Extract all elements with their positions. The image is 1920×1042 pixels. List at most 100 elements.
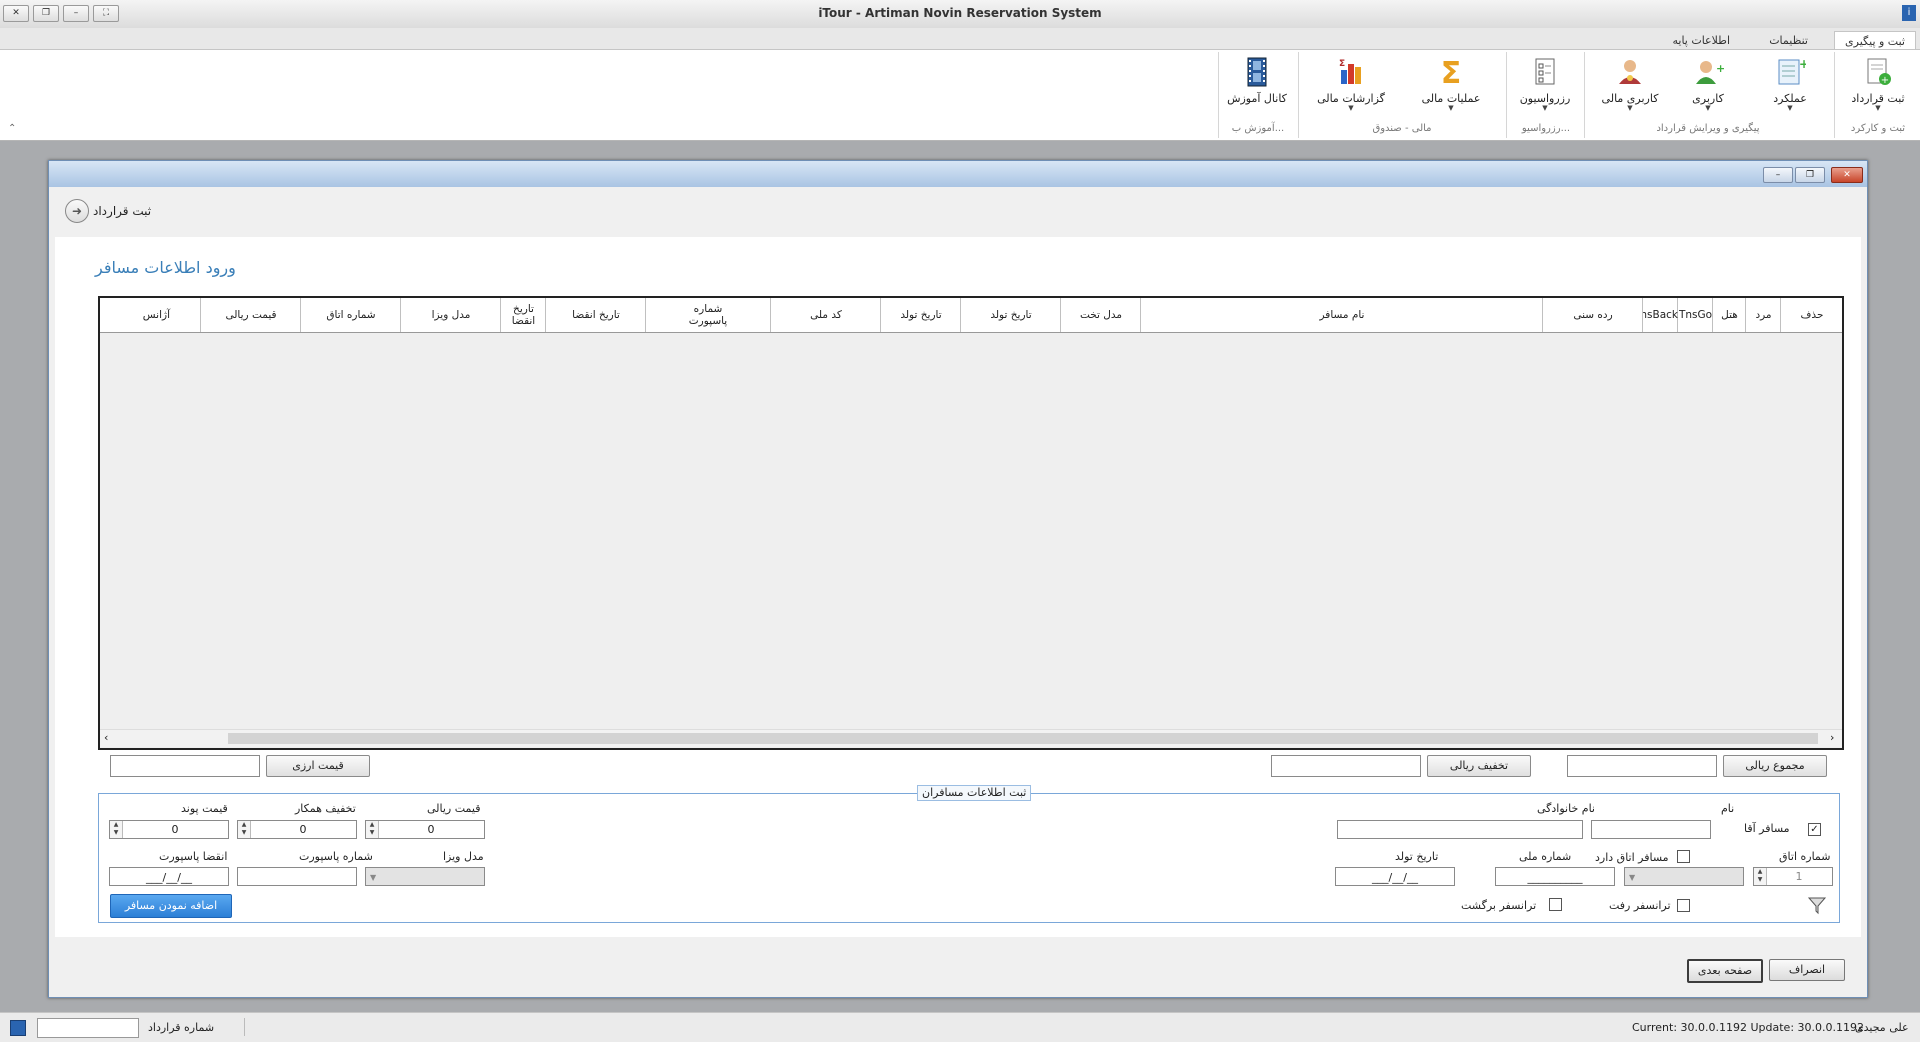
tab-register-followup[interactable]: ثبت و پیگیری bbox=[1834, 31, 1916, 51]
column-header-passenger-name[interactable]: نام مسافر bbox=[1140, 298, 1543, 332]
stepper-arrows-icon[interactable]: ▲ ▼ bbox=[366, 821, 379, 838]
column-header-tnsgo[interactable]: TnsGo bbox=[1677, 298, 1713, 332]
rial-discount-button[interactable]: تخفیف ریالی bbox=[1427, 755, 1531, 777]
svg-text:+: + bbox=[1716, 62, 1724, 75]
performance-button[interactable]: + عملکرد ▼ bbox=[1755, 54, 1825, 120]
partner-discount-stepper[interactable]: ▲ ▼ 0 bbox=[237, 820, 357, 839]
column-header-tnsback[interactable]: TnsBack bbox=[1642, 298, 1678, 332]
column-header-expiry-2[interactable]: تاریخ انقضا bbox=[500, 298, 546, 332]
column-header-hotel[interactable]: هتل bbox=[1712, 298, 1746, 332]
column-header-agency[interactable]: آژانس bbox=[100, 298, 200, 332]
svg-text:Σ: Σ bbox=[1339, 59, 1345, 69]
page-title: ورود اطلاعات مسافر bbox=[95, 258, 236, 277]
collapse-ribbon-icon[interactable]: ⌃ bbox=[8, 123, 16, 134]
next-page-button[interactable]: صفحه بعدی bbox=[1687, 959, 1763, 983]
rial-price-stepper[interactable]: ▲ ▼ 0 bbox=[365, 820, 485, 839]
birth-date-label: تاریخ تولد bbox=[1395, 850, 1439, 863]
financial-operations-button[interactable]: Σ عملیات مالی ▼ bbox=[1416, 54, 1486, 120]
rial-total-button[interactable]: مجموع ریالی bbox=[1723, 755, 1827, 777]
room-number-stepper[interactable]: ▲ ▼ 1 bbox=[1753, 867, 1833, 886]
room-number-value: 1 bbox=[1795, 870, 1803, 883]
column-header-delete[interactable]: حذف bbox=[1780, 298, 1843, 332]
column-header-male[interactable]: مرد bbox=[1745, 298, 1781, 332]
pound-price-value: 0 bbox=[171, 823, 179, 836]
column-header-birth-date-2[interactable]: تاریخ تولد bbox=[880, 298, 961, 332]
column-header-national-code[interactable]: کد ملی bbox=[770, 298, 881, 332]
reservation-icon bbox=[1535, 58, 1555, 85]
scroll-right-icon[interactable]: › bbox=[1830, 731, 1834, 744]
ribbon-group-label: ثبت و کارکرد bbox=[1850, 123, 1906, 134]
svg-text:Σ: Σ bbox=[1441, 56, 1462, 88]
ribbon-separator bbox=[1506, 52, 1507, 138]
financial-user-icon bbox=[1619, 60, 1641, 84]
back-arrow-icon[interactable]: ➜ bbox=[65, 199, 89, 223]
new-contract-button[interactable]: + ثبت قرارداد ▼ bbox=[1843, 54, 1913, 120]
passport-expiry-input[interactable]: ___/__/__ bbox=[109, 867, 229, 886]
window-title: iTour - Artiman Novin Reservation System bbox=[818, 6, 1102, 20]
child-restore-button[interactable]: ❐ bbox=[1795, 167, 1825, 183]
column-header-passport-number[interactable]: شماره پاسپورت bbox=[645, 298, 770, 332]
rial-price-value: 0 bbox=[427, 823, 435, 836]
tab-settings[interactable]: تنظیمات bbox=[1759, 31, 1818, 50]
child-title-bar: – ❐ ✕ bbox=[49, 161, 1867, 187]
training-channel-button[interactable]: کانال آموزش bbox=[1222, 54, 1292, 120]
column-header-room-number[interactable]: شماره اتاق bbox=[300, 298, 401, 332]
chevron-down-icon: ▼ bbox=[1627, 104, 1633, 112]
pound-price-label: قیمت پوند bbox=[181, 802, 228, 815]
cancel-button[interactable]: انصراف bbox=[1769, 959, 1845, 981]
contract-number-field[interactable] bbox=[37, 1018, 139, 1038]
column-header-bed-model[interactable]: مدل تخت bbox=[1060, 298, 1141, 332]
birth-date-input[interactable]: ___/__/__ bbox=[1335, 867, 1455, 886]
ribbon-tab-bar: ثبت و پیگیری تنظیمات اطلاعات پایه bbox=[0, 28, 1920, 51]
stepper-arrows-icon[interactable]: ▲ ▼ bbox=[238, 821, 251, 838]
first-name-input[interactable] bbox=[1591, 820, 1711, 839]
chevron-down-icon: ▼ bbox=[1542, 104, 1548, 112]
currency-price-button[interactable]: قیمت ارزی bbox=[266, 755, 370, 777]
transfer-go-checkbox[interactable] bbox=[1677, 899, 1690, 912]
ribbon-separator bbox=[1298, 52, 1299, 138]
has-room-label: مسافر اتاق دارد bbox=[1595, 851, 1669, 864]
has-room-checkbox[interactable] bbox=[1677, 850, 1690, 863]
passenger-grid[interactable]: حذف مرد هتل TnsGo TnsBack رده سنی نام مس… bbox=[98, 296, 1844, 750]
stepper-arrows-icon[interactable]: ▲ ▼ bbox=[1754, 868, 1767, 885]
rial-total-field[interactable] bbox=[1567, 755, 1717, 777]
has-room-select[interactable]: ▼ bbox=[1624, 867, 1744, 886]
fieldset-legend: ثبت اطلاعات مسافران bbox=[917, 785, 1032, 801]
visa-model-select[interactable]: ▼ bbox=[365, 867, 485, 886]
stepper-arrows-icon[interactable]: ▲ ▼ bbox=[110, 821, 123, 838]
passport-number-input[interactable] bbox=[237, 867, 357, 886]
transfer-back-label: ترانسفر برگشت bbox=[1461, 899, 1537, 912]
financial-reports-button[interactable]: Σ گزارشات مالی ▼ bbox=[1316, 54, 1386, 120]
child-close-button[interactable]: ✕ bbox=[1831, 167, 1863, 183]
last-name-input[interactable] bbox=[1337, 820, 1583, 839]
contract-number-label: شماره قرارداد bbox=[148, 1021, 215, 1034]
scroll-left-icon[interactable]: ‹ bbox=[104, 731, 108, 744]
chevron-down-icon: ▼ bbox=[370, 873, 377, 882]
column-header-visa-model[interactable]: مدل ویزا bbox=[400, 298, 501, 332]
column-header-birth-date[interactable]: تاریخ تولد bbox=[960, 298, 1061, 332]
ribbon-group-label: آموزش ب... bbox=[1231, 123, 1285, 134]
reservation-button[interactable]: رزرواسیون ▼ bbox=[1510, 54, 1580, 120]
pound-price-stepper[interactable]: ▲ ▼ 0 bbox=[109, 820, 229, 839]
add-passenger-button[interactable]: اضافه نمودن مسافر bbox=[110, 894, 232, 918]
version-info: Current: 30.0.0.1192 Update: 30.0.0.1192 bbox=[1632, 1021, 1865, 1034]
bar-chart-icon: Σ bbox=[1339, 59, 1361, 84]
chevron-down-icon: ▼ bbox=[1348, 104, 1354, 112]
partner-discount-label: تخفیف همکار bbox=[295, 802, 356, 815]
currency-price-field[interactable] bbox=[110, 755, 260, 777]
horizontal-scrollbar[interactable]: ‹ › bbox=[100, 729, 1842, 747]
column-header-expiry[interactable]: تاریخ انقضا bbox=[545, 298, 646, 332]
column-header-rial-price[interactable]: قیمت ریالی bbox=[200, 298, 301, 332]
child-minimize-button[interactable]: – bbox=[1763, 167, 1793, 183]
transfer-back-checkbox[interactable] bbox=[1549, 898, 1562, 911]
filter-icon[interactable] bbox=[1806, 894, 1828, 916]
male-passenger-checkbox[interactable]: ✓ bbox=[1808, 823, 1821, 836]
rial-discount-field[interactable] bbox=[1271, 755, 1421, 777]
national-code-input[interactable]: __________ bbox=[1495, 867, 1615, 886]
financial-user-button[interactable]: کاربری مالی ▼ bbox=[1595, 54, 1665, 120]
column-header-age-group[interactable]: رده سنی bbox=[1542, 298, 1643, 332]
tab-base-info[interactable]: اطلاعات پایه bbox=[1662, 31, 1740, 50]
user-button[interactable]: + کاربری ▼ bbox=[1673, 54, 1743, 120]
form-header-title: ثبت قرارداد bbox=[93, 204, 152, 218]
scroll-thumb[interactable] bbox=[228, 733, 1818, 744]
